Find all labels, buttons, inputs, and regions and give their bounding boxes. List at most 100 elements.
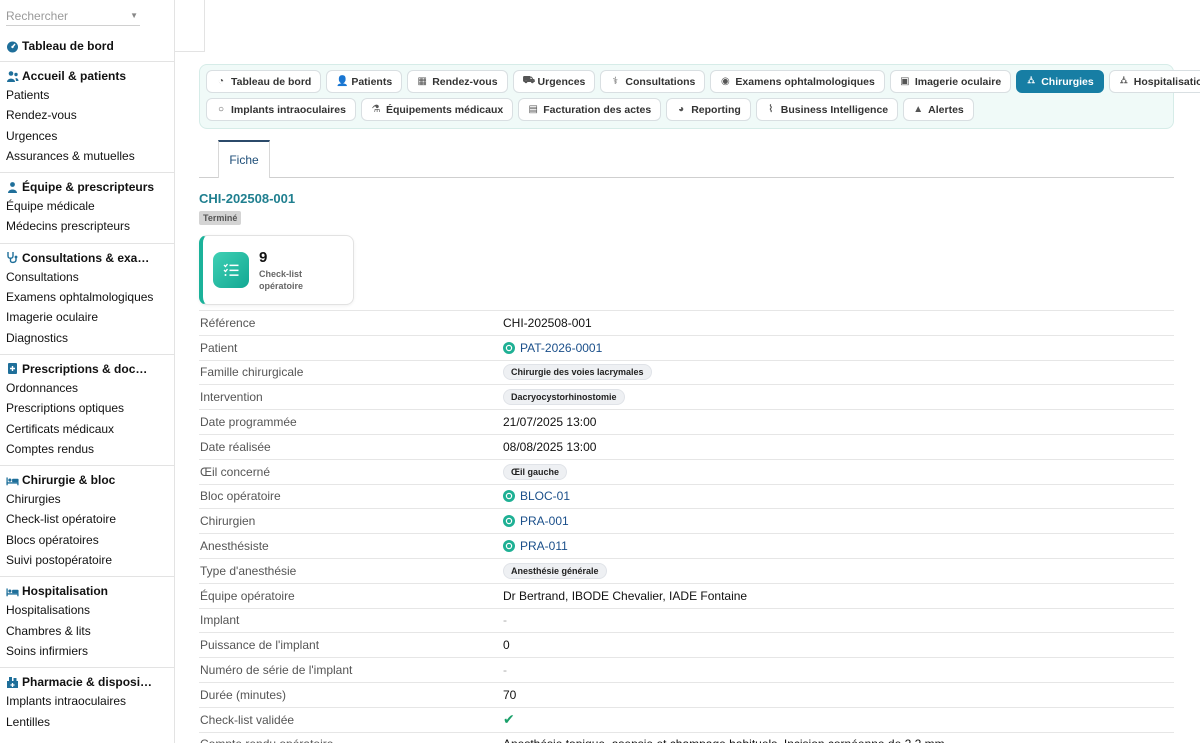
- sidebar-item-consultations[interactable]: Consultations: [0, 267, 174, 287]
- dashboard-icon: ◔: [217, 76, 225, 87]
- sidebar-item-soins-infirmiers[interactable]: Soins infirmiers: [0, 641, 174, 661]
- sidebar-item-patients[interactable]: Patients: [0, 85, 174, 105]
- link-text[interactable]: PRA-011: [520, 539, 568, 553]
- detail-label: Anesthésiste: [200, 539, 269, 554]
- detail-label: Implant: [200, 613, 240, 628]
- sidebar-item-comptes-rendus[interactable]: Comptes rendus: [0, 439, 174, 459]
- detail-label: Chirurgien: [200, 514, 256, 529]
- detail-row-intervention: Intervention Dacryocystorhinostomie: [199, 384, 1174, 409]
- detail-value[interactable]: PRA-011: [503, 539, 568, 553]
- tab-label: Hospitalisations: [1133, 75, 1200, 88]
- tab-label: Facturation des actes: [543, 103, 652, 116]
- detail-value: Anesthésie générale: [503, 562, 607, 579]
- tab-consultations[interactable]: ⚕ Consultations: [600, 70, 706, 93]
- detail-label: Référence: [200, 315, 256, 330]
- detail-value: Œil gauche: [503, 463, 568, 480]
- check-icon: ✔: [503, 711, 515, 728]
- sidebar-section-accueil-patients: Accueil & patients Patients Rendez-vous Urg…: [0, 62, 174, 174]
- tab-examens-ophtalmologiques[interactable]: ◉ Examens ophtalmologiques: [710, 70, 885, 93]
- sidebar-item-assurances-mutuelles[interactable]: Assurances & mutuelles: [0, 146, 174, 166]
- link-icon: [503, 540, 515, 553]
- bed-icon: [6, 585, 19, 598]
- tab-tableau-de-bord[interactable]: ◔ Tableau de bord: [206, 70, 322, 93]
- kpi-value: 9: [259, 249, 268, 266]
- detail-label: Puissance de l'implant: [200, 638, 320, 653]
- sidebar-item-medecins-prescripteurs[interactable]: Médecins prescripteurs: [0, 216, 174, 236]
- detail-value[interactable]: PAT-2026-0001: [503, 341, 602, 355]
- sidebar-item-diagnostics[interactable]: Diagnostics: [0, 328, 174, 348]
- sidebar-item-implants-intraoculaires[interactable]: Implants intraoculaires: [0, 691, 174, 711]
- sidebar-section-header[interactable]: Pharmacie & disposi…: [0, 673, 174, 691]
- record-link[interactable]: PRA-011: [503, 539, 568, 553]
- detail-value[interactable]: BLOC-01: [503, 489, 570, 503]
- kpi-card[interactable]: 9 Check-list opératoire: [199, 235, 354, 305]
- tab-hospitalisations[interactable]: ⛼ Hospitalisations: [1108, 70, 1200, 93]
- sidebar-section-header[interactable]: Consultations & exa…: [0, 249, 174, 267]
- detail-value: 0: [503, 638, 510, 653]
- detail-row-type-d-anesthesie: Type d'anesthésie Anesthésie générale: [199, 557, 1174, 583]
- microscope-icon: ⚗: [371, 104, 381, 115]
- sidebar-item-blocs-operatoires[interactable]: Blocs opératoires: [0, 530, 174, 550]
- tab-business-intelligence[interactable]: ⌇ Business Intelligence: [755, 98, 899, 121]
- tab-imagerie-oculaire[interactable]: ▣ Imagerie oculaire: [889, 70, 1012, 93]
- value-pill: Œil gauche: [503, 463, 568, 480]
- search-box[interactable]: ▼: [6, 6, 140, 26]
- stethoscope-icon: ⚕: [612, 76, 619, 87]
- module-tabs-row-1: ◔ Tableau de bord 👤 Patients ▦ Rendez-vous ⛟ Ur…: [206, 70, 1200, 93]
- sidebar-item-check-list-operatoire[interactable]: Check-list opératoire: [0, 509, 174, 529]
- sidebar-item-lentilles[interactable]: Lentilles: [0, 712, 174, 732]
- sidebar-section-header[interactable]: Équipe & prescripteurs: [0, 178, 174, 196]
- detail-label: Famille chirurgicale: [200, 365, 304, 380]
- tab-facturation-des-actes[interactable]: ▤ Facturation des actes: [518, 98, 662, 121]
- sidebar-item-hospitalisations[interactable]: Hospitalisations: [0, 600, 174, 620]
- detail-row-il-concerne: Œil concerné Œil gauche: [199, 458, 1174, 484]
- sidebar-item-chirurgies[interactable]: Chirurgies: [0, 489, 174, 509]
- detail-row-chirurgien: Chirurgien PRA-001: [199, 508, 1174, 533]
- tab-fiche[interactable]: Fiche: [218, 140, 270, 178]
- detail-label: Date réalisée: [200, 439, 271, 454]
- sidebar-item-urgences[interactable]: Urgences: [0, 126, 174, 146]
- chevron-down-icon[interactable]: ▼: [130, 11, 138, 20]
- search-input[interactable]: [6, 6, 126, 25]
- tab-alertes[interactable]: ▲ Alertes: [903, 98, 974, 121]
- sidebar-section-title: Hospitalisation: [22, 584, 109, 599]
- sidebar-section-header[interactable]: Hospitalisation: [0, 582, 174, 600]
- sidebar-section-header[interactable]: Accueil & patients: [0, 67, 174, 85]
- sidebar-item-rendez-vous[interactable]: Rendez-vous: [0, 105, 174, 125]
- value-pill: Chirurgie des voies lacrymales: [503, 364, 652, 381]
- detail-row-anesthesiste: Anesthésiste PRA-011: [199, 533, 1174, 558]
- record-link[interactable]: PRA-001: [503, 514, 569, 528]
- record-link[interactable]: PAT-2026-0001: [503, 341, 602, 355]
- tab-rendez-vous[interactable]: ▦ Rendez-vous: [407, 70, 508, 93]
- eye-icon: ◉: [721, 76, 730, 87]
- tab-implants-intraoculaires[interactable]: ○ Implants intraoculaires: [206, 98, 356, 121]
- detail-row-date-realisee: Date réalisée 08/08/2025 13:00: [199, 433, 1174, 459]
- sidebar: ▼ Tableau de bord Accueil & patients Pati…: [0, 0, 175, 743]
- sidebar-section-header[interactable]: Prescriptions & doc…: [0, 360, 174, 378]
- sidebar-item-prescriptions-optiques[interactable]: Prescriptions optiques: [0, 398, 174, 418]
- record-link[interactable]: BLOC-01: [503, 489, 570, 503]
- sidebar-item-equipe-medicale[interactable]: Équipe médicale: [0, 196, 174, 216]
- sidebar-section-header[interactable]: Chirurgie & bloc: [0, 471, 174, 489]
- link-text[interactable]: PAT-2026-0001: [520, 341, 602, 355]
- sidebar-item-certificats-medicaux[interactable]: Certificats médicaux: [0, 419, 174, 439]
- tab-chirurgies[interactable]: ⛼ Chirurgies: [1016, 70, 1104, 93]
- tab-equipements-medicaux[interactable]: ⚗ Équipements médicaux: [360, 98, 514, 121]
- sidebar-item-ordonnances[interactable]: Ordonnances: [0, 378, 174, 398]
- tab-patients[interactable]: 👤 Patients: [326, 70, 403, 93]
- sidebar-item-imagerie-oculaire[interactable]: Imagerie oculaire: [0, 307, 174, 327]
- link-text[interactable]: BLOC-01: [520, 489, 570, 503]
- detail-value[interactable]: PRA-001: [503, 514, 569, 528]
- tab-reporting[interactable]: ◕ Reporting: [666, 98, 751, 121]
- ambulance-icon: ⛟: [522, 75, 536, 86]
- tab-urgences[interactable]: ⛟ Urgences: [512, 70, 596, 93]
- stethoscope-icon: [6, 251, 19, 264]
- circle-icon: ○: [217, 104, 225, 115]
- value-pill: Anesthésie générale: [503, 562, 607, 579]
- link-text[interactable]: PRA-001: [520, 514, 569, 528]
- sidebar-item-suivi-postoperatoire[interactable]: Suivi postopératoire: [0, 550, 174, 570]
- sidebar-item-dashboard[interactable]: Tableau de bord: [0, 37, 174, 55]
- tab-label: Équipements médicaux: [385, 103, 504, 116]
- sidebar-item-chambres-lits[interactable]: Chambres & lits: [0, 621, 174, 641]
- sidebar-item-examens-ophtalmologiques[interactable]: Examens ophtalmologiques: [0, 287, 174, 307]
